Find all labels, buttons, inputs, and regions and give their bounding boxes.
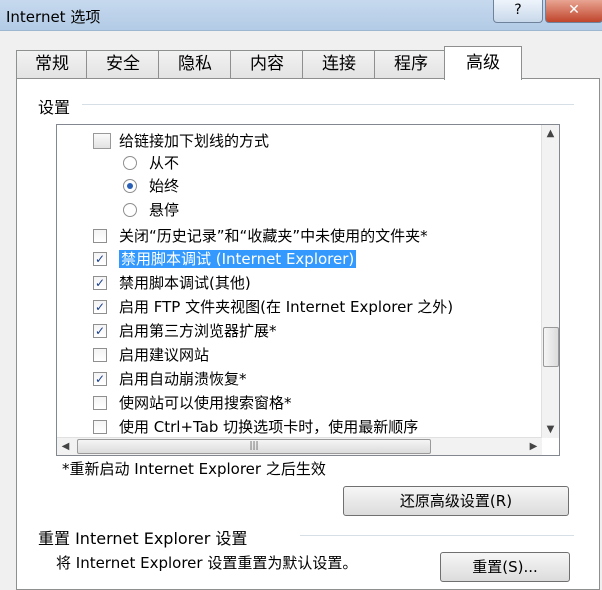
folder-icon	[93, 133, 111, 149]
reset-description: 将 Internet Explorer 设置重置为默认设置。	[56, 554, 358, 572]
settings-group-rule	[82, 104, 574, 105]
tab-content[interactable]: 内容	[230, 50, 304, 78]
help-button[interactable]: ?	[493, 0, 543, 23]
list-item-label: 启用建议网站	[119, 346, 210, 364]
list-item: 给链接加下划线的方式	[57, 129, 269, 153]
list-item-label: 禁用脚本调试 (Internet Explorer)	[119, 250, 357, 268]
list-item[interactable]: 使网站可以使用搜索窗格*	[57, 391, 292, 415]
list-item[interactable]: 始终	[57, 174, 179, 198]
list-item[interactable]: ✓ 禁用脚本调试(其他)	[57, 271, 251, 295]
list-item[interactable]: 启用建议网站	[57, 343, 209, 367]
list-item[interactable]: 悬停	[57, 198, 179, 222]
list-item-label: 启用第三方浏览器扩展*	[119, 322, 277, 340]
horizontal-scroll-thumb[interactable]: |||	[77, 439, 431, 454]
window-title: Internet 选项	[6, 8, 101, 26]
tab-programs[interactable]: 程序	[374, 50, 448, 78]
settings-group-label: 设置	[38, 98, 71, 117]
radio-hover[interactable]	[123, 203, 137, 217]
list-item[interactable]: 从不	[57, 151, 179, 175]
checkbox[interactable]: ✓	[93, 324, 107, 338]
vertical-scroll-thumb[interactable]	[543, 327, 559, 367]
list-item[interactable]: 关闭“历史记录”和“收藏夹”中未使用的文件夹*	[57, 224, 428, 248]
tab-general[interactable]: 常规	[16, 50, 88, 78]
restore-advanced-settings-button[interactable]: 还原高级设置(R)	[343, 486, 569, 516]
reset-group-label: 重置 Internet Explorer 设置	[38, 529, 248, 548]
checkbox[interactable]	[93, 229, 107, 243]
reset-button[interactable]: 重置(S)...	[440, 552, 570, 582]
list-item-label: 悬停	[149, 201, 180, 219]
restart-note: *重新启动 Internet Explorer 之后生效	[62, 460, 326, 478]
list-item[interactable]: ✓ 启用 FTP 文件夹视图(在 Internet Explorer 之外)	[57, 295, 453, 319]
checkbox[interactable]: ✓	[93, 300, 107, 314]
tab-privacy[interactable]: 隐私	[158, 50, 232, 78]
list-item-label: 关闭“历史记录”和“收藏夹”中未使用的文件夹*	[119, 227, 428, 245]
list-item-label: 启用 FTP 文件夹视图(在 Internet Explorer 之外)	[119, 298, 454, 316]
title-bar: Internet 选项 ? ✕	[0, 0, 602, 31]
list-item-label: 从不	[149, 154, 180, 172]
scroll-down-arrow-icon[interactable]: ▼	[542, 421, 559, 438]
tab-advanced[interactable]: 高级	[444, 46, 522, 80]
radio-always[interactable]	[123, 179, 137, 193]
list-item[interactable]: 使用 Ctrl+Tab 切换选项卡时，使用最新顺序	[57, 415, 418, 439]
checkbox[interactable]	[93, 348, 107, 362]
list-item-label: 给链接加下划线的方式	[119, 132, 270, 150]
list-item-label: 启用自动崩溃恢复*	[119, 370, 247, 388]
radio-never[interactable]	[123, 156, 137, 170]
settings-list[interactable]: 给链接加下划线的方式 从不 始终 悬停 关闭“历史记录”和“收藏夹”中未使用的文…	[56, 124, 560, 456]
checkbox[interactable]: ✓	[93, 276, 107, 290]
list-item[interactable]: ✓ 启用第三方浏览器扩展*	[57, 319, 277, 343]
checkbox[interactable]: ✓	[93, 372, 107, 386]
scroll-up-arrow-icon[interactable]: ▲	[542, 125, 559, 142]
checkbox[interactable]	[93, 420, 107, 434]
scroll-left-arrow-icon[interactable]: ◀	[57, 438, 74, 455]
tab-security[interactable]: 安全	[86, 50, 160, 78]
scroll-right-arrow-icon[interactable]: ▶	[525, 438, 542, 455]
vertical-scrollbar[interactable]: ▲ ▼	[541, 125, 559, 438]
list-item[interactable]: ✓ 禁用脚本调试 (Internet Explorer)	[57, 247, 357, 271]
list-item-label: 使用 Ctrl+Tab 切换选项卡时，使用最新顺序	[119, 418, 419, 436]
checkbox[interactable]: ✓	[93, 252, 107, 266]
horizontal-scrollbar[interactable]: ◀ ||| ▶	[57, 437, 542, 455]
list-item[interactable]: ✓ 启用自动崩溃恢复*	[57, 367, 247, 391]
tab-connections[interactable]: 连接	[302, 50, 376, 78]
close-button[interactable]: ✕	[545, 0, 602, 23]
list-item-label: 使网站可以使用搜索窗格*	[119, 394, 292, 412]
list-item-label: 禁用脚本调试(其他)	[119, 274, 251, 292]
reset-group-rule	[300, 535, 574, 536]
list-item-label: 始终	[149, 177, 180, 195]
checkbox[interactable]	[93, 396, 107, 410]
